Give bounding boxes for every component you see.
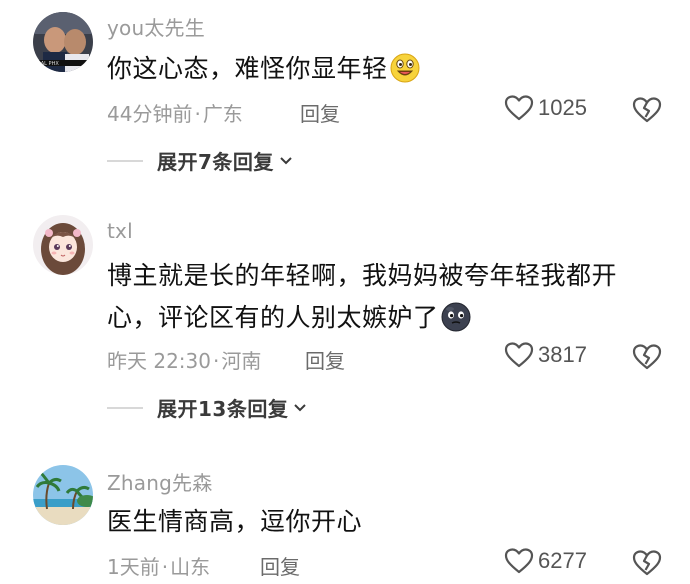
separator-dot: · xyxy=(194,102,201,126)
username[interactable]: Zhang先森 xyxy=(107,467,212,496)
reply-button[interactable]: 回复 xyxy=(300,98,340,127)
like-button[interactable]: 3817 xyxy=(504,341,587,369)
comment-location: 河南 xyxy=(221,349,262,373)
comment-location: 山东 xyxy=(170,555,211,579)
comment-time: 44分钟前 xyxy=(107,102,193,126)
chevron-down-icon xyxy=(280,156,292,164)
broken-heart-icon xyxy=(632,97,662,123)
username[interactable]: you太先生 xyxy=(107,12,205,41)
expand-replies-label: 展开13条回复 xyxy=(157,397,289,421)
divider-line xyxy=(107,406,143,409)
expand-replies-label: 展开7条回复 xyxy=(157,150,274,174)
heart-outline-icon xyxy=(504,95,534,121)
comment-text-body: 你这心态，难怪你显年轻 xyxy=(107,54,388,83)
dislike-button[interactable] xyxy=(632,549,662,581)
broken-heart-icon xyxy=(632,550,662,576)
like-count: 6277 xyxy=(538,548,587,573)
separator-dot: · xyxy=(213,349,220,373)
reply-button[interactable]: 回复 xyxy=(305,345,345,374)
divider-line xyxy=(107,159,143,162)
avatar[interactable] xyxy=(33,215,93,275)
comment-text: 你这心态，难怪你显年轻 xyxy=(107,48,647,90)
dark-face-emoji xyxy=(441,302,471,332)
comment-text: 医生情商高，逗你开心 xyxy=(107,501,647,543)
comment-text-body: 医生情商高，逗你开心 xyxy=(107,507,363,536)
dislike-button[interactable] xyxy=(632,343,662,375)
comment-text-line: 心，评论区有的人别太嫉妒了 xyxy=(107,297,647,339)
reply-button[interactable]: 回复 xyxy=(260,551,300,580)
like-button[interactable]: 6277 xyxy=(504,547,587,575)
like-button[interactable]: 1025 xyxy=(504,94,587,122)
dislike-button[interactable] xyxy=(632,96,662,128)
expand-replies-button[interactable]: 展开13条回复 xyxy=(107,393,308,422)
comment-text-line: 博主就是长的年轻啊，我妈妈被夸年轻我都开 xyxy=(107,261,618,290)
comment-item: DAL PHX you太先生 你这心态，难怪你显年轻 44分钟前 · 广东 回复 1… xyxy=(0,0,690,190)
separator-dot: · xyxy=(161,555,169,579)
comment-text-line-body: 心，评论区有的人别太嫉妒了 xyxy=(107,303,439,332)
avatar[interactable] xyxy=(33,465,93,525)
comment-item: Zhang先森 医生情商高，逗你开心 1天前 · 山东 回复 6277 xyxy=(0,455,690,584)
like-count: 3817 xyxy=(538,342,587,367)
comment-item: txl 博主就是长的年轻啊，我妈妈被夸年轻我都开 心，评论区有的人别太嫉妒了 昨… xyxy=(0,205,690,435)
svg-text:DAL PHX: DAL PHX xyxy=(37,61,59,67)
broken-heart-icon xyxy=(632,344,662,370)
expand-replies-button[interactable]: 展开7条回复 xyxy=(107,146,294,175)
chevron-down-icon xyxy=(294,403,307,411)
heart-outline-icon xyxy=(504,548,534,574)
heart-outline-icon xyxy=(504,342,534,368)
comment-meta: 1天前 · 山东 xyxy=(107,551,210,580)
comment-time: 1天前 xyxy=(107,555,160,579)
avatar[interactable]: DAL PHX xyxy=(33,12,93,72)
comment-location: 广东 xyxy=(202,102,243,126)
like-count: 1025 xyxy=(538,95,587,120)
username[interactable]: txl xyxy=(107,219,133,243)
comment-text: 博主就是长的年轻啊，我妈妈被夸年轻我都开 心，评论区有的人别太嫉妒了 xyxy=(107,255,647,339)
comment-meta: 44分钟前 · 广东 xyxy=(107,98,243,127)
smiley-emoji xyxy=(390,53,420,83)
comment-time: 昨天 22:30 xyxy=(107,349,211,373)
comment-meta: 昨天 22:30 · 河南 xyxy=(107,345,261,374)
